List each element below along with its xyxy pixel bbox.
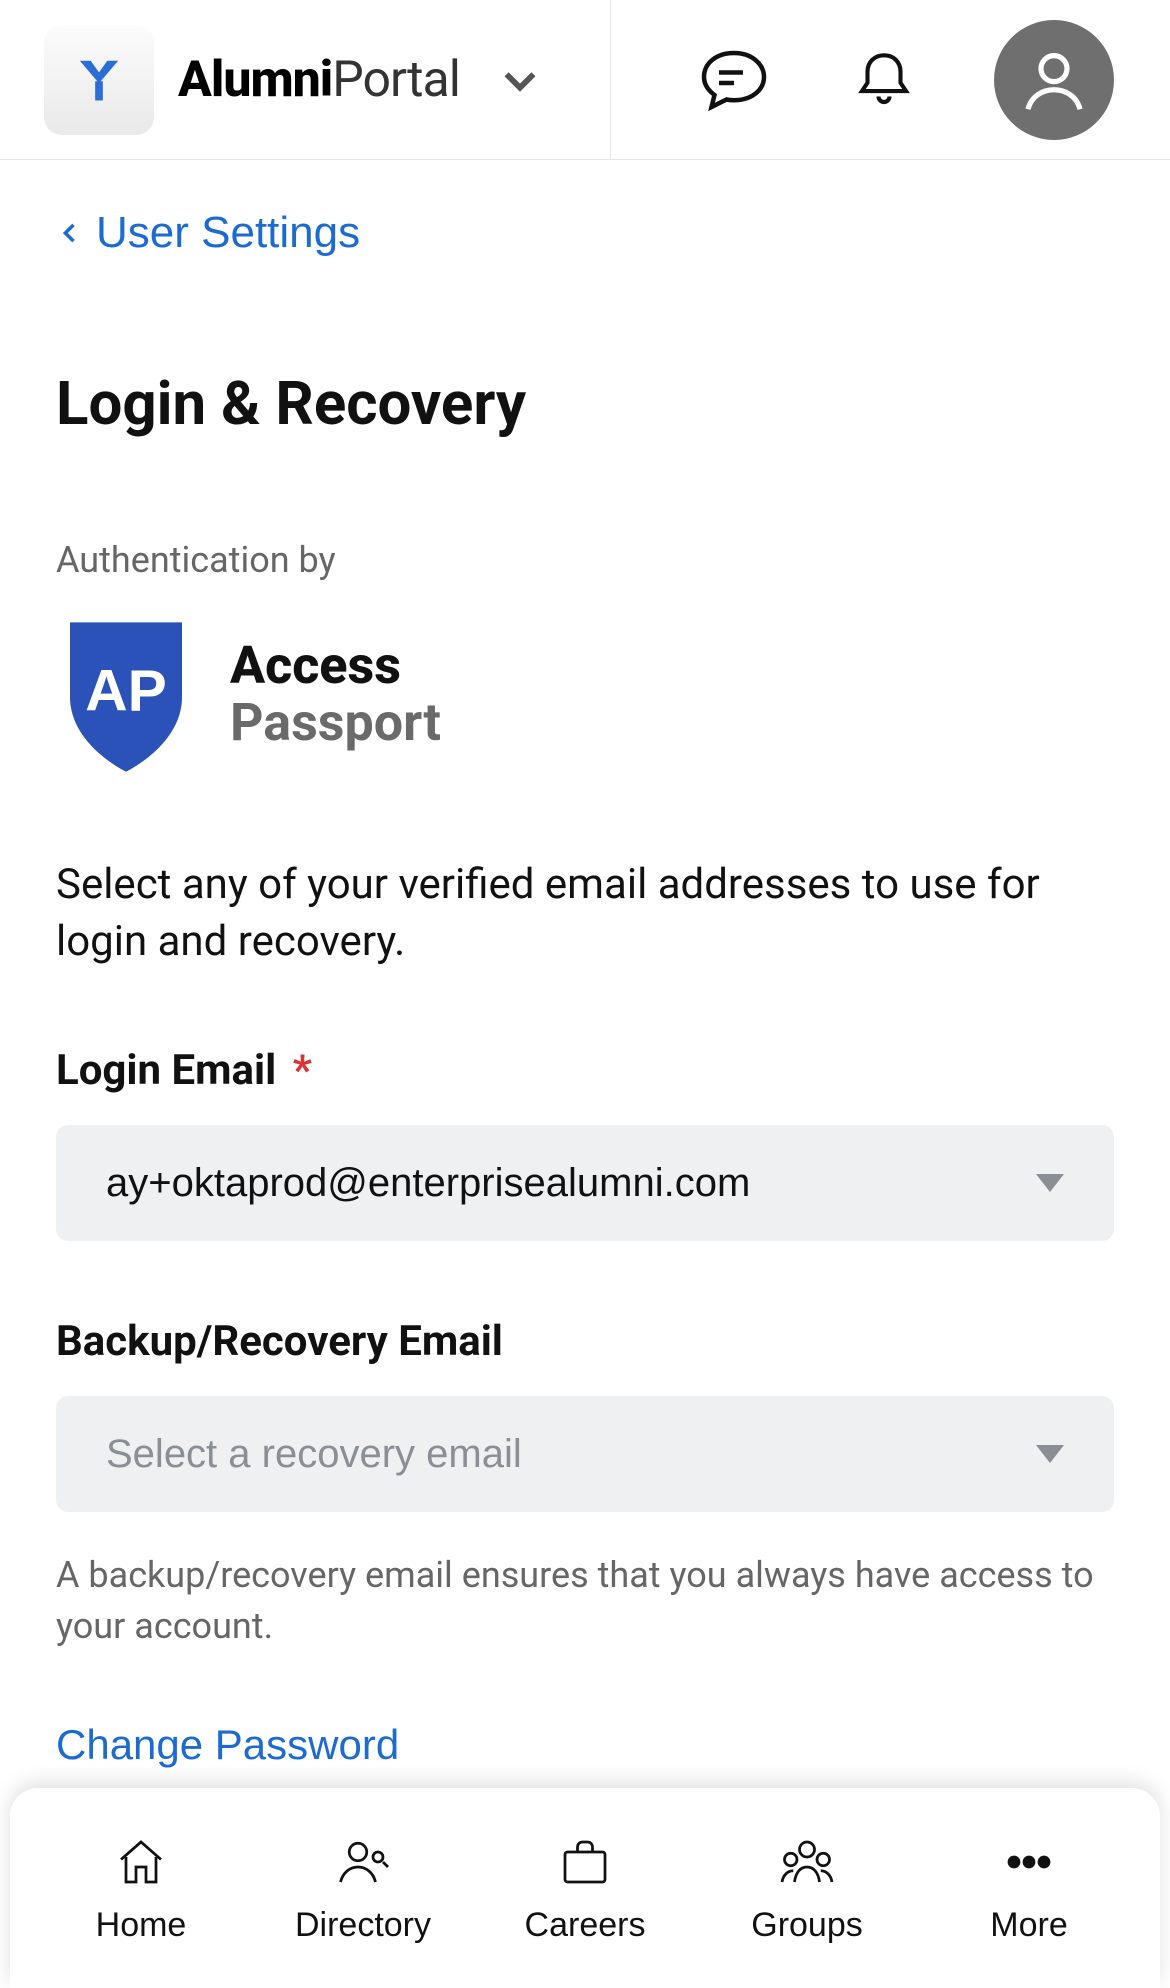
- avatar-icon: [1015, 41, 1093, 119]
- caret-down-icon: [1036, 1445, 1064, 1463]
- nav-groups[interactable]: Groups: [696, 1832, 918, 1945]
- chat-icon: [698, 44, 770, 116]
- app-header: AlumniPortal: [0, 0, 1170, 160]
- nav-directory[interactable]: Directory: [252, 1832, 474, 1945]
- login-email-value: ay+oktaprod@enterprisealumni.com: [106, 1161, 1036, 1206]
- more-icon: [999, 1832, 1059, 1892]
- change-password-link[interactable]: Change Password: [56, 1721, 399, 1769]
- caret-down-icon: [1036, 1174, 1064, 1192]
- auth-provider-line2: Passport: [230, 692, 441, 754]
- brand-name: AlumniPortal: [178, 51, 460, 109]
- required-marker: *: [293, 1046, 312, 1095]
- brand-name-light: Portal: [332, 51, 460, 109]
- shield-icon: AP: [56, 617, 196, 777]
- shield-text: AP: [85, 658, 166, 723]
- brand-name-bold: Alumni: [178, 51, 332, 109]
- nav-more[interactable]: More: [918, 1832, 1140, 1945]
- shield-badge: AP: [56, 617, 196, 777]
- login-email-label: Login Email *: [56, 1046, 1114, 1095]
- chevron-left-icon: [56, 219, 84, 247]
- nav-home[interactable]: Home: [30, 1832, 252, 1945]
- recovery-email-placeholder: Select a recovery email: [106, 1432, 1036, 1477]
- recovery-email-select[interactable]: Select a recovery email: [56, 1396, 1114, 1512]
- recovery-email-hint: A backup/recovery email ensures that you…: [56, 1550, 1114, 1651]
- brand-switch-dropdown[interactable]: [490, 50, 550, 110]
- page-description: Select any of your verified email addres…: [56, 857, 1114, 970]
- nav-directory-label: Directory: [295, 1906, 431, 1945]
- auth-provider-name: Access Passport: [230, 640, 441, 754]
- messages-button[interactable]: [694, 40, 774, 120]
- auth-by-label: Authentication by: [56, 539, 1114, 581]
- home-icon: [111, 1832, 171, 1892]
- nav-home-label: Home: [96, 1906, 187, 1945]
- briefcase-icon: [555, 1832, 615, 1892]
- breadcrumb-label: User Settings: [96, 208, 360, 258]
- nav-careers[interactable]: Careers: [474, 1832, 696, 1945]
- header-actions: [611, 20, 1170, 140]
- chevron-down-icon: [497, 57, 543, 103]
- back-breadcrumb[interactable]: User Settings: [0, 160, 416, 258]
- nav-groups-label: Groups: [751, 1906, 863, 1945]
- profile-avatar[interactable]: [994, 20, 1114, 140]
- main-content: Login & Recovery Authentication by AP Ac…: [0, 368, 1170, 1769]
- auth-provider-logo: AP Access Passport: [56, 617, 1114, 777]
- brand-logo[interactable]: [44, 25, 154, 135]
- groups-icon: [777, 1832, 837, 1892]
- page-title: Login & Recovery: [56, 368, 1114, 439]
- brand-y-icon: [67, 48, 131, 112]
- nav-careers-label: Careers: [525, 1906, 646, 1945]
- auth-provider-line1: Access: [230, 640, 441, 692]
- directory-icon: [333, 1832, 393, 1892]
- login-email-select[interactable]: ay+oktaprod@enterprisealumni.com: [56, 1125, 1114, 1241]
- nav-more-label: More: [990, 1906, 1067, 1945]
- brand-block: AlumniPortal: [0, 0, 611, 159]
- recovery-email-label: Backup/Recovery Email: [56, 1317, 1114, 1366]
- bell-icon: [851, 47, 917, 113]
- notifications-button[interactable]: [844, 40, 924, 120]
- bottom-nav: Home Directory Careers Groups More: [10, 1788, 1160, 1988]
